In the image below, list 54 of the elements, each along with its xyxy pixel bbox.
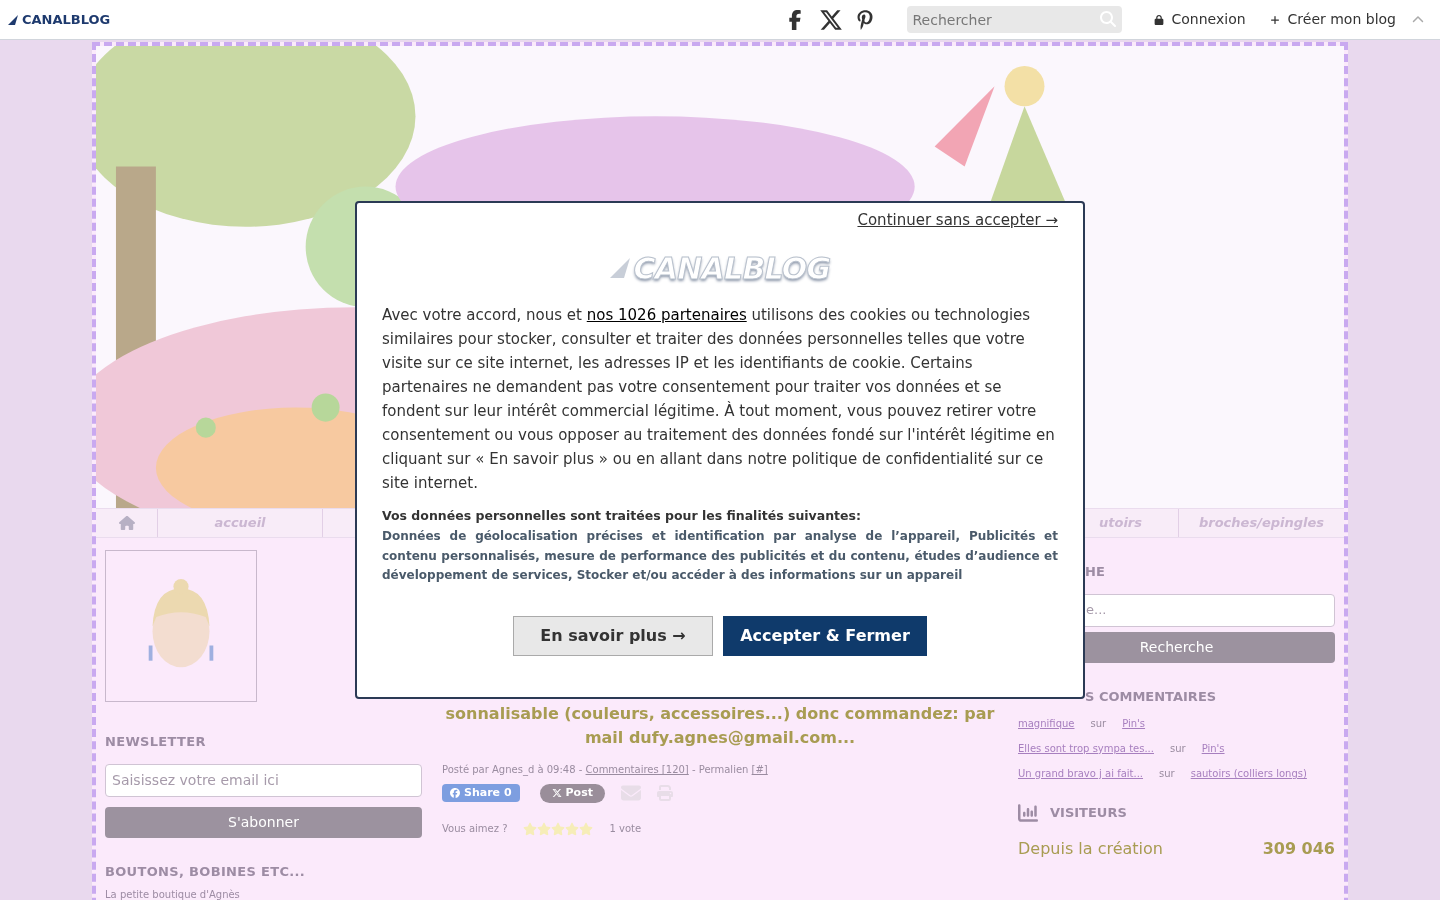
facebook-share-button[interactable]: Share 0: [442, 784, 520, 802]
lock-icon: [1153, 14, 1164, 25]
post-link[interactable]: Pin's: [1122, 716, 1146, 731]
post-text: sonnalisable (couleurs, accessoires...) donc commandez: par: [444, 703, 996, 725]
purposes-text: Données de géolocalisation précises et identification par analyse de l’appareil, Publicités et contenu personnalisés, mesure de performance des publicités et du contenu, études d’audience et développement de services, Stocker et/ou accéder à des informations sur un appareil: [382, 528, 1058, 585]
continue-without-accepting-link[interactable]: Continuer sans accepter →: [857, 209, 1058, 232]
like-label: Vous aimez ?: [442, 822, 508, 836]
search-field[interactable]: Rechercher: [906, 6, 1122, 33]
email-field[interactable]: Saisissez votre email ici: [105, 763, 422, 797]
accept-button[interactable]: Accepter & Fermer: [723, 615, 927, 656]
post-link[interactable]: Pin's: [1201, 741, 1225, 756]
facebook-icon: [450, 788, 460, 798]
create-blog-link[interactable]: Créer mon blog: [1269, 9, 1396, 30]
section-title: HE: [1085, 563, 1105, 581]
partners-link[interactable]: nos 1026 partenaires: [586, 305, 747, 324]
vote-count: 1 vote: [609, 822, 642, 836]
post-text: mail dufy.agnes@gmail.com...: [583, 727, 857, 749]
rating-star[interactable]: [523, 821, 538, 836]
post-link[interactable]: sautoirs (colliers longs): [1190, 766, 1307, 781]
logo-mark-icon: [8, 14, 18, 25]
section-title: S COMMENTAIRES: [1085, 687, 1217, 706]
section-title: BOUTONS, BOBINES ETC...: [105, 862, 307, 881]
comment-link[interactable]: Un grand bravo j ai fait...: [1018, 766, 1143, 781]
rating-star[interactable]: [579, 821, 594, 836]
visitors-label: Depuis la création: [1018, 838, 1163, 860]
permalink-link[interactable]: [#]: [751, 764, 768, 775]
x-icon: [551, 788, 562, 798]
chart-icon: [1018, 803, 1038, 823]
rating-star[interactable]: [537, 821, 552, 836]
learn-more-button[interactable]: En savoir plus →: [513, 615, 713, 656]
comment-separator: sur: [1090, 717, 1107, 731]
canalblog-logo: CANALBLOG: [609, 245, 831, 291]
x-icon[interactable]: [818, 7, 843, 32]
consent-text: Avec votre accord, nous et nos 1026 partenaires utilisons des cookies ou technologies similaires pour stocker, consulter et traiter des données personnelles telles que votre visite sur ce site internet, les adresses IP et les identifiants de cookie. Certains partenaires ne demandent pas votre consentement pour traiter vos données et se fondent sur leur intérêt commercial légitime. À tout moment, vous pouvez retirer votre consentement ou vous opposer au traitement des données fondé sur l'intérêt légitime en cliquant sur « En savoir plus » ou en allant dans notre politique de confidentialité sur ce site internet.: [382, 304, 1056, 494]
visitors-count: 309 046: [1262, 838, 1335, 860]
plus-icon: [1269, 14, 1280, 25]
section-title: VISITEURS: [1050, 804, 1127, 823]
comment-link[interactable]: Elles sont trop sympa tes...: [1018, 741, 1154, 756]
facebook-icon[interactable]: [786, 9, 803, 30]
home-icon: [118, 515, 135, 531]
post-meta: Posté par Agnes_d à 09:48 - Commentaires [120] - Permalien [#]: [442, 763, 769, 777]
rating-star[interactable]: [551, 821, 566, 836]
canalblog-logo[interactable]: CANALBLOG: [8, 9, 111, 30]
section-title: NEWSLETTER: [105, 733, 207, 751]
purposes-title: Vos données personnelles sont traitées pour les finalités suivantes:: [382, 506, 862, 525]
x-post-button[interactable]: Post: [539, 783, 605, 803]
comment-separator: sur: [1159, 767, 1175, 781]
section-text: La petite boutique d'Agnès: [105, 889, 241, 900]
login-link[interactable]: Connexion: [1153, 9, 1246, 30]
subscribe-button[interactable]: S'abonner: [105, 806, 422, 838]
comments-link[interactable]: Commentaires [120]: [585, 764, 689, 775]
comment-link[interactable]: magnifique: [1018, 716, 1075, 731]
rating-star[interactable]: [565, 821, 580, 836]
comment-separator: sur: [1170, 742, 1186, 756]
